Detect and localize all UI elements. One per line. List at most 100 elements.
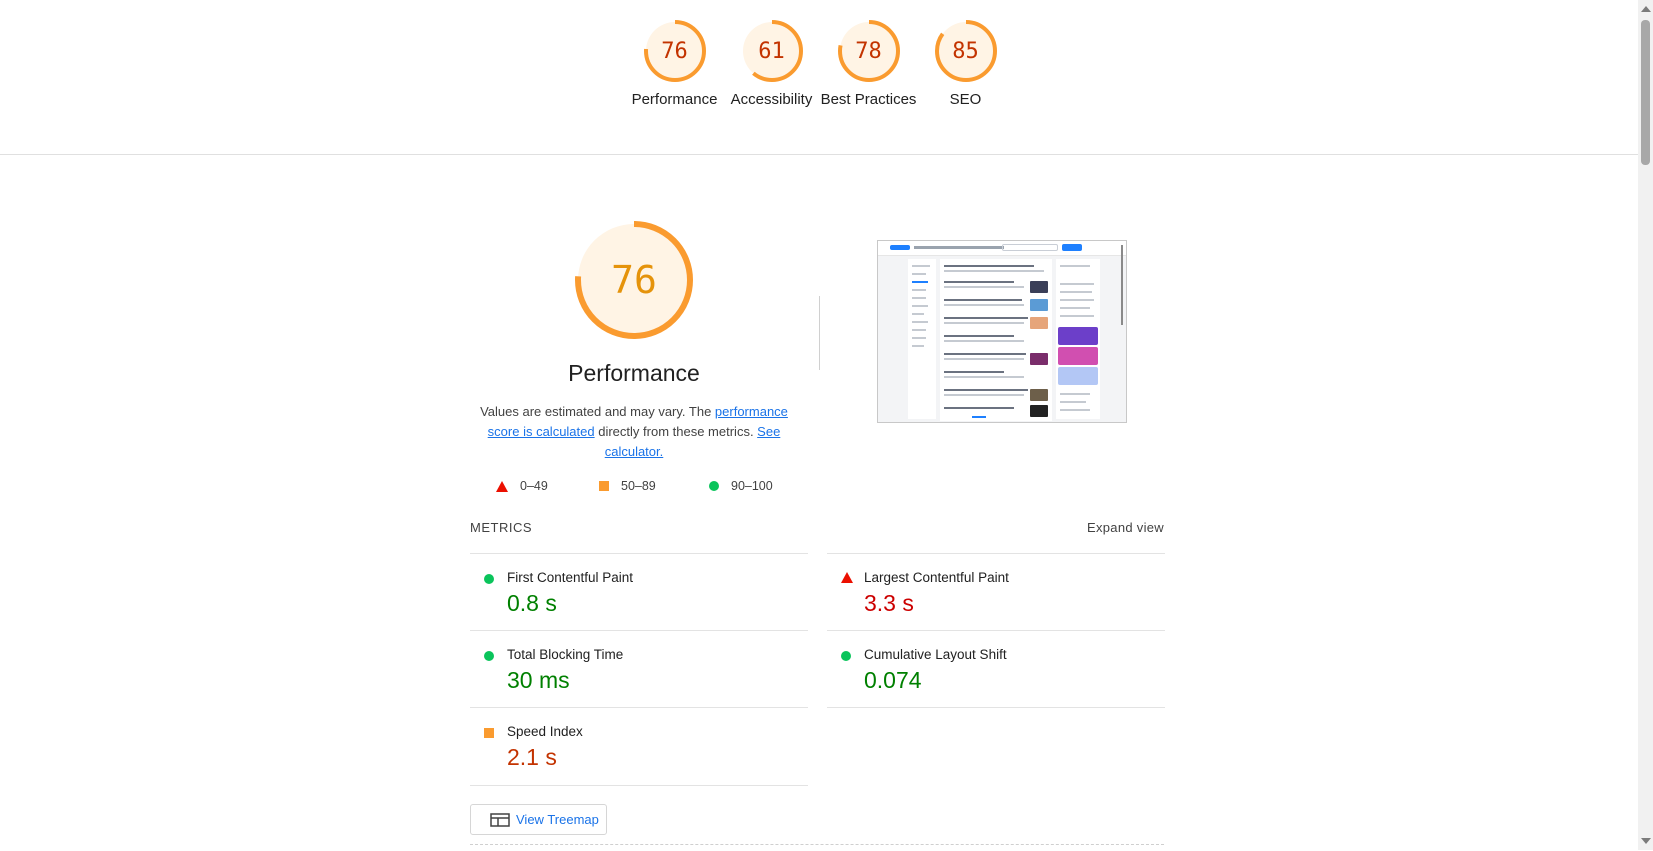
screenshot-banner bbox=[1058, 327, 1098, 345]
screenshot-line bbox=[944, 322, 1024, 324]
category-gauges: 76 Performance 61 Accessibility 78 Best … bbox=[626, 18, 1014, 110]
legend-good: 90–100 bbox=[709, 479, 773, 493]
screenshot-search bbox=[1002, 244, 1058, 251]
legend-poor: 0–49 bbox=[496, 479, 599, 493]
view-treemap-button[interactable]: View Treemap bbox=[470, 804, 607, 835]
screenshot-line bbox=[1060, 299, 1094, 301]
metric-name: Speed Index bbox=[507, 724, 583, 739]
metric-name: Cumulative Layout Shift bbox=[864, 647, 1007, 662]
gauge-ring: 78 bbox=[836, 18, 902, 84]
gauge-accessibility[interactable]: 61 Accessibility bbox=[723, 18, 820, 110]
screenshot-line bbox=[944, 299, 1022, 301]
metric-value: 3.3 s bbox=[864, 590, 914, 616]
divider bbox=[819, 296, 820, 370]
screenshot-line bbox=[1060, 315, 1094, 317]
performance-score: 76 bbox=[611, 258, 657, 302]
screenshot-banner bbox=[1058, 347, 1098, 365]
desc-text: directly from these metrics. bbox=[594, 424, 758, 439]
screenshot-line bbox=[944, 286, 1024, 288]
screenshot-line bbox=[912, 273, 926, 275]
screenshot-button bbox=[1062, 244, 1082, 251]
fail-triangle-icon bbox=[841, 572, 853, 583]
divider bbox=[827, 707, 1165, 708]
average-square-icon bbox=[484, 728, 494, 738]
screenshot-banner bbox=[1058, 367, 1098, 385]
screenshot-line bbox=[1060, 401, 1086, 403]
scroll-down-icon[interactable] bbox=[1641, 838, 1651, 844]
score-header: 76 Performance 61 Accessibility 78 Best … bbox=[0, 0, 1638, 155]
metrics-title: METRICS bbox=[470, 520, 532, 535]
screenshot-thumb bbox=[1030, 317, 1048, 329]
pass-circle-icon bbox=[841, 651, 851, 661]
divider bbox=[470, 785, 808, 786]
metric-value: 0.8 s bbox=[507, 590, 557, 616]
screenshot-line bbox=[912, 337, 926, 339]
scroll-up-icon[interactable] bbox=[1641, 6, 1651, 12]
screenshot-thumb bbox=[1030, 281, 1048, 293]
screenshot-line bbox=[944, 407, 1014, 409]
metric-value: 30 ms bbox=[507, 667, 570, 693]
screenshot-line bbox=[944, 281, 1014, 283]
screenshot-line bbox=[912, 265, 930, 267]
legend-label: 90–100 bbox=[731, 479, 773, 493]
screenshot-feed bbox=[940, 259, 1052, 421]
screenshot-line bbox=[1060, 409, 1090, 411]
screenshot-line bbox=[912, 281, 928, 283]
screenshot-line bbox=[944, 371, 1004, 373]
gauge-seo[interactable]: 85 SEO bbox=[917, 18, 1014, 110]
screenshot-line bbox=[944, 335, 1014, 337]
gauge-ring: 85 bbox=[933, 18, 999, 84]
metric-name: Largest Contentful Paint bbox=[864, 570, 1009, 585]
screenshot-line bbox=[972, 416, 986, 418]
gauge-score: 61 bbox=[758, 38, 785, 64]
scroll-thumb[interactable] bbox=[1641, 20, 1650, 165]
metric-fcp: First Contentful Paint 0.8 s bbox=[470, 553, 808, 630]
screenshot-line bbox=[944, 270, 1044, 272]
performance-gauge: 76 bbox=[571, 217, 697, 343]
screenshot-line bbox=[944, 376, 1024, 378]
desc-text: Values are estimated and may vary. The bbox=[480, 404, 715, 419]
screenshot-line bbox=[1060, 265, 1090, 267]
screenshot-line bbox=[912, 321, 928, 323]
metric-tbt: Total Blocking Time 30 ms bbox=[470, 630, 808, 707]
metric-name: Total Blocking Time bbox=[507, 647, 624, 662]
score-legend: 0–49 50–89 90–100 bbox=[496, 479, 773, 493]
screenshot-line bbox=[944, 317, 1028, 319]
screenshot-line bbox=[944, 394, 1024, 396]
gauge-label: SEO bbox=[949, 91, 982, 108]
legend-average: 50–89 bbox=[599, 479, 709, 493]
screenshot-header bbox=[878, 241, 1126, 256]
page-scrollbar[interactable] bbox=[1638, 0, 1653, 850]
screenshot-line bbox=[912, 289, 926, 291]
screenshot-line bbox=[944, 340, 1024, 342]
screenshot-line bbox=[912, 329, 926, 331]
screenshot-nav bbox=[914, 246, 1004, 249]
screenshot-line bbox=[912, 297, 926, 299]
gauge-label: Accessibility bbox=[730, 91, 813, 108]
screenshot-thumb bbox=[1030, 299, 1048, 311]
screenshot-scrollbar bbox=[1121, 245, 1123, 325]
metric-lcp: Largest Contentful Paint 3.3 s bbox=[827, 553, 1165, 630]
gauge-best-practices[interactable]: 78 Best Practices bbox=[820, 18, 917, 110]
metrics-header: METRICS Expand view bbox=[470, 520, 1164, 535]
legend-label: 0–49 bbox=[520, 479, 548, 493]
legend-label: 50–89 bbox=[621, 479, 656, 493]
treemap-icon bbox=[490, 812, 510, 827]
metric-si: Speed Index 2.1 s bbox=[470, 707, 808, 784]
expand-view-toggle[interactable]: Expand view bbox=[1087, 520, 1164, 535]
gauge-label: Performance bbox=[631, 91, 718, 108]
screenshot-line bbox=[944, 389, 1028, 391]
gauge-performance[interactable]: 76 Performance bbox=[626, 18, 723, 110]
treemap-label: View Treemap bbox=[516, 812, 599, 827]
pass-circle-icon bbox=[484, 574, 494, 584]
metric-value: 2.1 s bbox=[507, 744, 557, 770]
average-square-icon bbox=[599, 481, 609, 491]
screenshot-line bbox=[944, 353, 1026, 355]
final-screenshot[interactable] bbox=[877, 240, 1127, 423]
screenshot-aside bbox=[1056, 259, 1100, 419]
screenshot-line bbox=[1060, 307, 1090, 309]
gauge-ring: 61 bbox=[739, 18, 805, 84]
screenshot-thumb bbox=[1030, 353, 1048, 365]
pass-circle-icon bbox=[484, 651, 494, 661]
screenshot-line bbox=[944, 358, 1024, 360]
